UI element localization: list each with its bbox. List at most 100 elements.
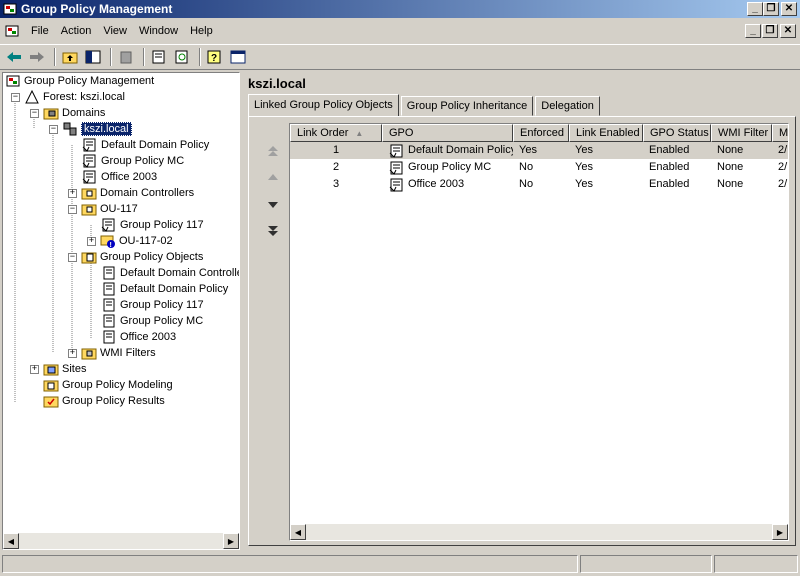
collapse-icon[interactable]: − bbox=[68, 252, 77, 262]
up-folder-icon[interactable] bbox=[60, 47, 80, 67]
collapse-icon[interactable]: − bbox=[11, 92, 20, 102]
tree-label: Group Policy 117 bbox=[120, 219, 204, 231]
child-restore-button[interactable]: ❐ bbox=[762, 24, 778, 38]
move-down-icon[interactable] bbox=[263, 195, 283, 215]
cell-wmi-filter: None bbox=[717, 178, 744, 190]
toolbar-separator bbox=[54, 48, 56, 66]
move-top-icon[interactable] bbox=[263, 141, 283, 161]
gpo-link-icon bbox=[82, 137, 98, 153]
menu-help[interactable]: Help bbox=[184, 22, 219, 40]
collapse-icon[interactable]: − bbox=[68, 204, 77, 214]
menu-window[interactable]: Window bbox=[133, 22, 184, 40]
list-hscrollbar[interactable]: ◀ ▶ bbox=[290, 524, 788, 540]
cell-gpo: Default Domain Policy bbox=[386, 142, 513, 159]
scroll-right-icon[interactable]: ▶ bbox=[772, 524, 788, 540]
table-row[interactable]: 2 Group Policy MC No Yes Enabled None 2/ bbox=[290, 159, 788, 176]
delete-icon[interactable] bbox=[116, 47, 136, 67]
cell-link-enabled: Yes bbox=[575, 144, 593, 156]
tree-item[interactable]: + Domain Controllers bbox=[68, 185, 194, 201]
collapse-icon[interactable]: − bbox=[30, 108, 39, 118]
close-button[interactable]: ✕ bbox=[781, 2, 797, 16]
tree-root[interactable]: Group Policy Management bbox=[5, 73, 154, 89]
tree-item[interactable]: Group Policy 117 bbox=[101, 297, 204, 313]
gpmc-icon bbox=[5, 73, 21, 89]
console-icon[interactable] bbox=[228, 47, 248, 67]
table-row[interactable]: 1 Default Domain Policy Yes Yes Enabled … bbox=[290, 142, 788, 159]
restore-button[interactable]: ❐ bbox=[763, 2, 779, 16]
tree-item[interactable]: + ! OU-117-02 bbox=[87, 233, 173, 249]
forest-icon bbox=[24, 89, 40, 105]
tree-item[interactable]: Default Domain Controlle bbox=[101, 265, 239, 281]
scroll-left-icon[interactable]: ◀ bbox=[3, 533, 19, 549]
tree-hscrollbar[interactable]: ◀ ▶ bbox=[3, 533, 239, 549]
help-icon[interactable]: ? bbox=[205, 47, 225, 67]
tree-domain-kszi[interactable]: − kszi.local bbox=[49, 121, 132, 137]
scroll-right-icon[interactable]: ▶ bbox=[223, 533, 239, 549]
expand-icon[interactable]: + bbox=[87, 236, 96, 246]
details-title: kszi.local bbox=[248, 76, 306, 91]
tree-item[interactable]: Group Policy 117 bbox=[101, 217, 204, 233]
tree-item[interactable]: − Group Policy Objects bbox=[68, 249, 203, 265]
back-icon[interactable] bbox=[4, 47, 24, 67]
child-minimize-button[interactable]: _ bbox=[745, 24, 761, 38]
column-header[interactable]: Link Order ▲ bbox=[290, 124, 382, 142]
tab-inheritance[interactable]: Group Policy Inheritance bbox=[400, 96, 534, 116]
toolbar-separator bbox=[199, 48, 201, 66]
gpo-name: Office 2003 bbox=[408, 178, 465, 190]
forward-icon[interactable] bbox=[27, 47, 47, 67]
gpo-name: Default Domain Policy bbox=[408, 144, 513, 156]
expand-icon[interactable]: + bbox=[68, 188, 77, 198]
svg-text:!: ! bbox=[110, 242, 112, 249]
tree-item[interactable]: − OU-117 bbox=[68, 201, 138, 217]
table-row[interactable]: 3 Office 2003 No Yes Enabled None 2/ bbox=[290, 176, 788, 193]
refresh-icon[interactable] bbox=[172, 47, 192, 67]
show-hide-tree-icon[interactable] bbox=[83, 47, 103, 67]
column-header[interactable]: M bbox=[772, 124, 788, 142]
tree-item[interactable]: Default Domain Policy bbox=[82, 137, 209, 153]
tab-linked-gpos[interactable]: Linked Group Policy Objects bbox=[248, 94, 399, 116]
tree-results[interactable]: Group Policy Results bbox=[43, 393, 165, 409]
tree-label: WMI Filters bbox=[100, 347, 156, 359]
move-bottom-icon[interactable] bbox=[263, 221, 283, 241]
tab-strip: Linked Group Policy Objects Group Policy… bbox=[248, 94, 602, 116]
gpo-icon bbox=[101, 281, 117, 297]
tree-item[interactable]: Group Policy MC bbox=[101, 313, 203, 329]
tree-label: Default Domain Policy bbox=[101, 139, 210, 151]
tree-label: Domains bbox=[62, 107, 106, 119]
scroll-left-icon[interactable]: ◀ bbox=[290, 524, 306, 540]
tree-label: Group Policy Objects bbox=[100, 251, 204, 263]
tree-item[interactable]: Office 2003 bbox=[82, 169, 157, 185]
mmc-icon[interactable] bbox=[2, 21, 22, 41]
move-up-icon[interactable] bbox=[263, 167, 283, 187]
tree-item[interactable]: Default Domain Policy bbox=[101, 281, 228, 297]
menu-file[interactable]: File bbox=[25, 22, 55, 40]
tree-domains[interactable]: − Domains bbox=[30, 105, 105, 121]
tree-label: Domain Controllers bbox=[100, 187, 195, 199]
column-header[interactable]: GPO Status bbox=[643, 124, 711, 142]
cell-link-order: 3 bbox=[332, 178, 340, 190]
cell-link-enabled: Yes bbox=[575, 178, 593, 190]
tree-forest[interactable]: − Forest: kszi.local bbox=[11, 89, 125, 105]
column-header[interactable]: Link Enabled bbox=[569, 124, 643, 142]
column-header[interactable]: WMI Filter bbox=[711, 124, 772, 142]
tree-sites[interactable]: + Sites bbox=[30, 361, 86, 377]
tree-item[interactable]: + WMI Filters bbox=[68, 345, 156, 361]
tree-modeling[interactable]: Group Policy Modeling bbox=[43, 377, 173, 393]
tree-label: Default Domain Policy bbox=[120, 283, 229, 295]
cell-gpo: Group Policy MC bbox=[386, 159, 513, 176]
menu-action[interactable]: Action bbox=[55, 22, 98, 40]
child-close-button[interactable]: ✕ bbox=[780, 24, 796, 38]
cell-enforced: No bbox=[519, 178, 534, 190]
expand-icon[interactable]: + bbox=[68, 348, 77, 358]
minimize-button[interactable]: _ bbox=[747, 2, 763, 16]
menu-view[interactable]: View bbox=[97, 22, 133, 40]
properties-icon[interactable] bbox=[149, 47, 169, 67]
expand-icon[interactable]: + bbox=[30, 364, 39, 374]
column-header[interactable]: GPO bbox=[382, 124, 513, 142]
collapse-icon[interactable]: − bbox=[49, 124, 58, 134]
svg-text:?: ? bbox=[211, 53, 217, 64]
tree-item[interactable]: Office 2003 bbox=[101, 329, 176, 345]
tab-delegation[interactable]: Delegation bbox=[535, 96, 600, 116]
tree-item[interactable]: Group Policy MC bbox=[82, 153, 184, 169]
column-header[interactable]: Enforced bbox=[513, 124, 569, 142]
